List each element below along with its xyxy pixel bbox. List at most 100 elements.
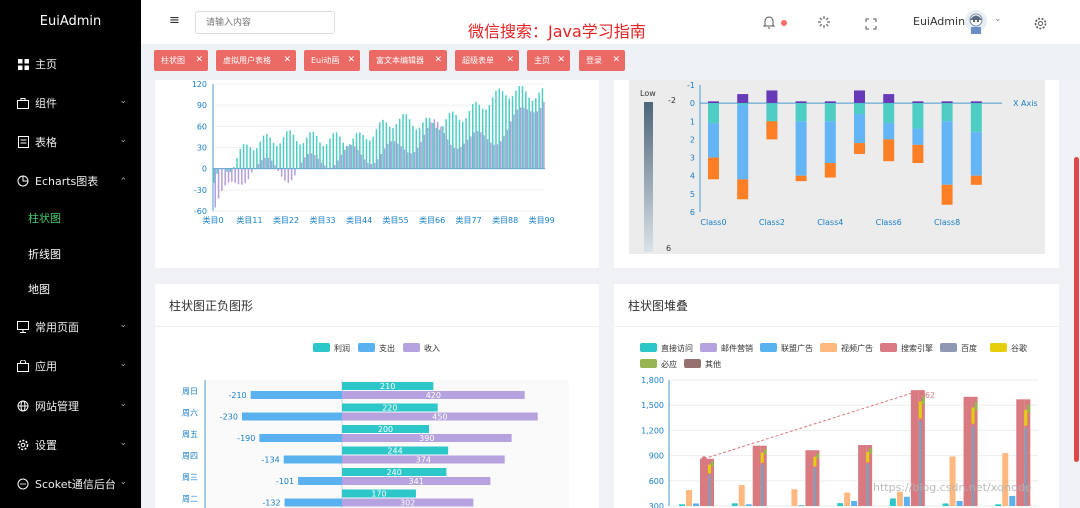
- bar: [456, 148, 459, 169]
- chevron-down-icon[interactable]: ⌄: [994, 14, 1002, 24]
- bar: [941, 121, 953, 185]
- bar: [798, 505, 805, 506]
- bar: [221, 168, 223, 191]
- sidebar-subitem-map[interactable]: 地图: [28, 281, 50, 297]
- bar: [234, 168, 236, 183]
- bar: [420, 141, 422, 169]
- legend-label: 直接访问: [661, 343, 693, 353]
- bar: [349, 144, 351, 169]
- gear-icon[interactable]: [1034, 15, 1047, 34]
- close-icon[interactable]: ✕: [506, 50, 514, 71]
- sidebar-subitem-line-chart[interactable]: 折线图: [28, 246, 61, 262]
- bar: [370, 164, 373, 169]
- bar: [1002, 453, 1009, 506]
- scrollbar-thumb[interactable]: [1074, 157, 1079, 462]
- y-tick-label: 60: [197, 122, 207, 131]
- close-icon[interactable]: ✕: [612, 50, 620, 71]
- bar: [282, 137, 285, 169]
- gear-icon: [17, 439, 29, 451]
- bar-baidu: [1024, 428, 1028, 506]
- bar: [260, 160, 263, 169]
- bar: [353, 146, 356, 169]
- bar: [395, 124, 398, 169]
- bar: [339, 136, 341, 169]
- bar: [470, 136, 472, 169]
- legend-swatch: [684, 359, 701, 368]
- bar: [795, 121, 807, 176]
- username[interactable]: EuiAdmin: [913, 15, 965, 28]
- tag-rich-text-editor[interactable]: 富文本编辑器 ✕: [369, 50, 447, 71]
- bar: [286, 131, 288, 169]
- bar-search: [858, 445, 867, 506]
- bar: [956, 500, 963, 506]
- search-input[interactable]: [195, 11, 335, 34]
- legend-label: 百度: [961, 343, 977, 353]
- sidebar-item-components[interactable]: 组件 ⌄: [0, 88, 141, 118]
- bar: [244, 168, 246, 184]
- bar: [350, 144, 353, 169]
- close-icon[interactable]: ✕: [195, 50, 203, 71]
- bar: [483, 135, 485, 169]
- globe-icon: [17, 400, 29, 412]
- tag-login[interactable]: 登录 ✕: [579, 50, 625, 71]
- bar: [462, 121, 464, 169]
- y-tick-label: 6: [690, 208, 695, 217]
- bar: [488, 105, 491, 169]
- sidebar-item-common-pages[interactable]: 常用页面 ⌄: [0, 312, 141, 342]
- sidebar-item-apps[interactable]: 应用 ⌄: [0, 351, 141, 381]
- bar: [276, 145, 278, 169]
- tag-super-form[interactable]: 超级表单 ✕: [455, 50, 519, 71]
- bar: [373, 162, 376, 169]
- bar: [531, 100, 534, 169]
- x-tick-label: 类目88: [492, 215, 518, 225]
- bar: [509, 121, 512, 169]
- bar: [471, 104, 474, 169]
- chevron-down-icon: ⌄: [119, 438, 127, 448]
- close-icon[interactable]: ✕: [347, 50, 355, 71]
- sidebar-item-tables[interactable]: 表格 ⌄: [0, 127, 141, 157]
- bar: [518, 85, 520, 169]
- legend-swatch: [313, 343, 330, 352]
- chart-card-class: Low -2 6 -1 0 1 2 3 4 5 6 X Axis Class0 Class2 Class4 C…: [614, 80, 1059, 268]
- menu-toggle-icon[interactable]: ≡: [169, 13, 180, 28]
- tag-virtual-user-table[interactable]: 虚拟用户表格 ✕: [216, 50, 296, 71]
- close-icon[interactable]: ✕: [283, 50, 291, 71]
- tag-bar-chart[interactable]: 柱状图 ✕: [154, 50, 208, 71]
- bar: [737, 103, 749, 105]
- bar: [284, 168, 286, 181]
- fullscreen-icon[interactable]: [865, 15, 877, 34]
- bar: [266, 133, 268, 169]
- chevron-down-icon: ⌄: [119, 135, 127, 145]
- sidebar-item-home[interactable]: 主页: [0, 49, 141, 79]
- legend-label: 谷歌: [1011, 343, 1027, 353]
- sidebar-item-settings[interactable]: 设置 ⌄: [0, 430, 141, 460]
- bar: [824, 101, 836, 104]
- avatar[interactable]: [964, 9, 988, 39]
- tag-label: 柱状图: [161, 56, 185, 65]
- data-label: 210: [380, 382, 395, 391]
- bar: [247, 168, 250, 180]
- bell-icon[interactable]: [762, 14, 776, 33]
- legend-label: 必应: [661, 359, 677, 369]
- sidebar-item-site-admin[interactable]: 网站管理 ⌄: [0, 391, 141, 421]
- bar: [267, 157, 270, 169]
- loading-icon[interactable]: [817, 14, 831, 33]
- close-icon[interactable]: ✕: [557, 50, 565, 71]
- sidebar-item-socket-backend[interactable]: Scoket通信后台 ⌄: [0, 469, 141, 499]
- bar: [478, 104, 481, 169]
- chart-card-posneg: 柱状图正负图形 利润 支出 收入 周日 210 -210 420 周六 220 -230 450 周五…: [155, 284, 599, 508]
- top-header: ≡ 微信搜索：Java学习指南 EuiAdmin ⌄: [141, 0, 1080, 44]
- bar: [236, 157, 238, 169]
- bar-search: [752, 445, 761, 506]
- x-tick-label: 类目77: [456, 215, 482, 225]
- bar: [392, 128, 394, 169]
- close-icon[interactable]: ✕: [434, 50, 442, 71]
- bar-google: [918, 401, 922, 419]
- bar: [889, 498, 896, 506]
- y-tick-label: 3: [690, 154, 695, 163]
- sidebar-item-echarts[interactable]: Echarts图表 ⌃: [0, 166, 141, 196]
- sidebar-subitem-bar-chart[interactable]: 柱状图: [28, 210, 61, 226]
- tag-home[interactable]: 主页 ✕: [527, 50, 570, 71]
- bar: [387, 143, 389, 169]
- tag-eui-animation[interactable]: Eui动画 ✕: [304, 50, 360, 71]
